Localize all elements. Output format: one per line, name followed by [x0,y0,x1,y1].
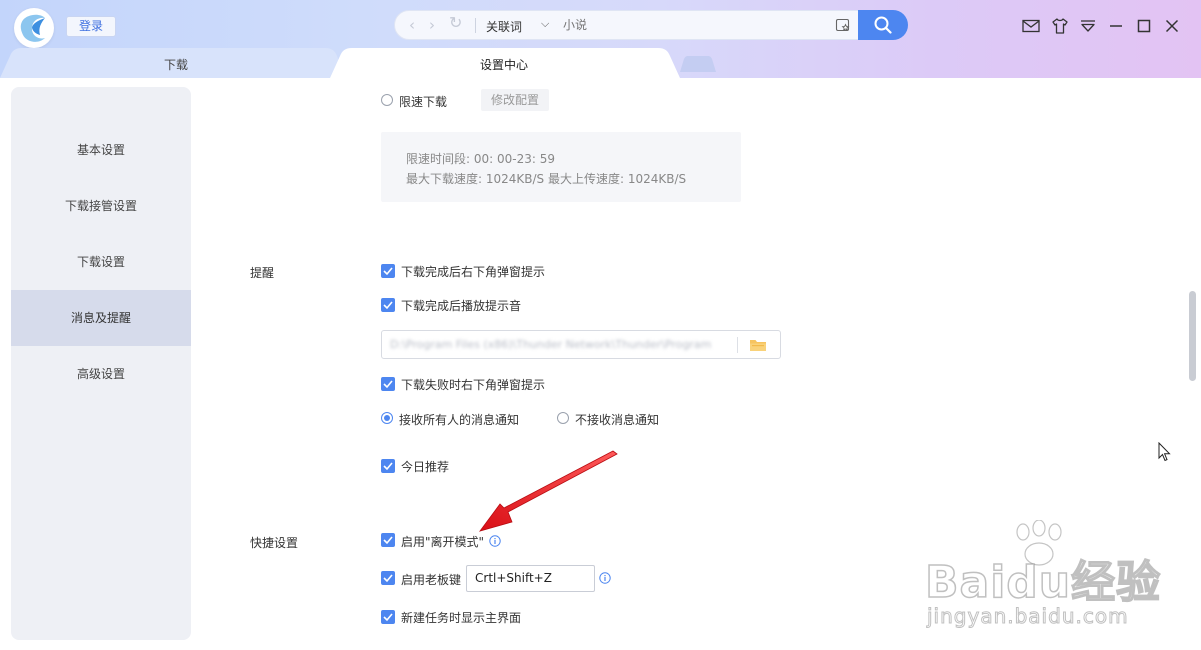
receive-none-label: 不接收消息通知 [575,413,660,427]
tab-download[interactable]: 下载 [0,48,345,78]
complete-sound-checkbox[interactable] [381,298,395,312]
speed-limit-info-panel: 限速时间段: 00: 00-23: 59 最大下载速度: 1024KB/S 最大… [381,132,741,202]
checkmark-icon [383,267,393,276]
limit-speeds-text: 最大下载速度: 1024KB/S 最大上传速度: 1024KB/S [406,172,687,186]
back-arrow-icon[interactable]: ‹ [409,17,415,33]
watermark-url: jingyan.baidu.com [927,604,1129,629]
today-recommend-label: 今日推荐 [401,460,450,474]
sidebar-item-advanced[interactable]: 高级设置 [11,346,191,402]
scrollbar-thumb[interactable] [1189,291,1196,381]
boss-key-hotkey-input[interactable]: Crtl+Shift+Z [466,565,595,592]
baidu-jingyan-watermark: Baidu经验 jingyan.baidu.com [919,520,1189,640]
boss-key-label: 启用老板键 [401,573,462,587]
path-divider [737,337,738,353]
sound-path-text: D:\Program Files (x86)\Thunder Network\T… [390,338,712,351]
modify-config-button[interactable]: 修改配置 [481,89,549,111]
speed-limit-radio[interactable] [381,94,393,106]
folder-icon[interactable] [749,337,767,353]
search-type-selector[interactable]: 关联词 [486,18,522,35]
sound-path-field[interactable]: D:\Program Files (x86)\Thunder Network\T… [381,330,781,359]
receive-none-radio[interactable] [557,412,569,424]
tab-settings-label: 设置中心 [480,58,529,72]
minimize-icon[interactable] [1106,16,1126,36]
sidebar-item-basic[interactable]: 基本设置 [11,122,191,178]
watermark-brand: Baidu经验 [924,556,1162,609]
fail-popup-label: 下载失败时右下角弹窗提示 [401,378,546,392]
close-icon[interactable] [1162,16,1182,36]
show-main-checkbox[interactable] [381,610,395,624]
chevron-down-icon[interactable]: ⌵ [541,17,549,31]
tab-settings-center[interactable]: 设置中心 [330,48,680,78]
forward-arrow-icon[interactable]: › [429,17,435,33]
checkmark-icon [383,462,393,471]
away-mode-checkbox[interactable] [381,533,395,547]
search-bar: ‹ › ↻ 关联词 ⌵ [394,10,859,40]
checkmark-icon [383,301,393,310]
red-annotation-arrow [478,450,618,532]
settings-sidebar: 基本设置 下载接管设置 下载设置 消息及提醒 高级设置 [11,87,191,640]
menu-dropdown-icon[interactable] [1078,16,1098,36]
receive-all-radio[interactable] [381,412,393,424]
checkmark-icon [383,380,393,389]
mail-icon[interactable] [1021,16,1041,36]
refresh-icon[interactable]: ↻ [449,15,462,31]
title-bar: 登录 ‹ › ↻ 关联词 ⌵ 下载 [0,0,1201,78]
complete-sound-label: 下载完成后播放提示音 [401,299,522,313]
checkmark-icon [383,536,393,545]
search-button[interactable] [858,10,908,40]
sidebar-item-download-takeover[interactable]: 下载接管设置 [11,178,191,234]
info-icon[interactable] [599,572,611,584]
checkmark-icon [383,613,393,622]
boss-key-checkbox[interactable] [381,571,395,585]
limit-period-text: 限速时间段: 00: 00-23: 59 [406,152,555,166]
login-button[interactable]: 登录 [66,16,116,37]
bookmark-star-icon[interactable] [835,17,851,33]
section-reminder-label: 提醒 [250,266,275,280]
complete-popup-label: 下载完成后右下角弹窗提示 [401,265,546,279]
sidebar-item-download[interactable]: 下载设置 [11,234,191,290]
fail-popup-checkbox[interactable] [381,377,395,391]
search-divider [475,18,476,33]
receive-all-label: 接收所有人的消息通知 [399,413,520,427]
sidebar-item-messages[interactable]: 消息及提醒 [11,290,191,346]
thunder-bird-icon [20,14,45,42]
mouse-cursor-icon [1158,442,1171,462]
search-icon [874,16,892,34]
skin-shirt-icon[interactable] [1050,16,1070,36]
today-recommend-checkbox[interactable] [381,459,395,473]
section-quick-label: 快捷设置 [250,536,299,550]
checkmark-icon [383,574,393,583]
speed-limit-label: 限速下载 [399,95,448,109]
complete-popup-checkbox[interactable] [381,264,395,278]
show-main-label: 新建任务时显示主界面 [401,611,522,625]
maximize-icon[interactable] [1134,16,1154,36]
new-tab-icon[interactable] [680,56,716,72]
tab-download-label: 下载 [164,58,189,72]
app-logo[interactable] [14,8,54,48]
search-input[interactable] [563,16,823,34]
